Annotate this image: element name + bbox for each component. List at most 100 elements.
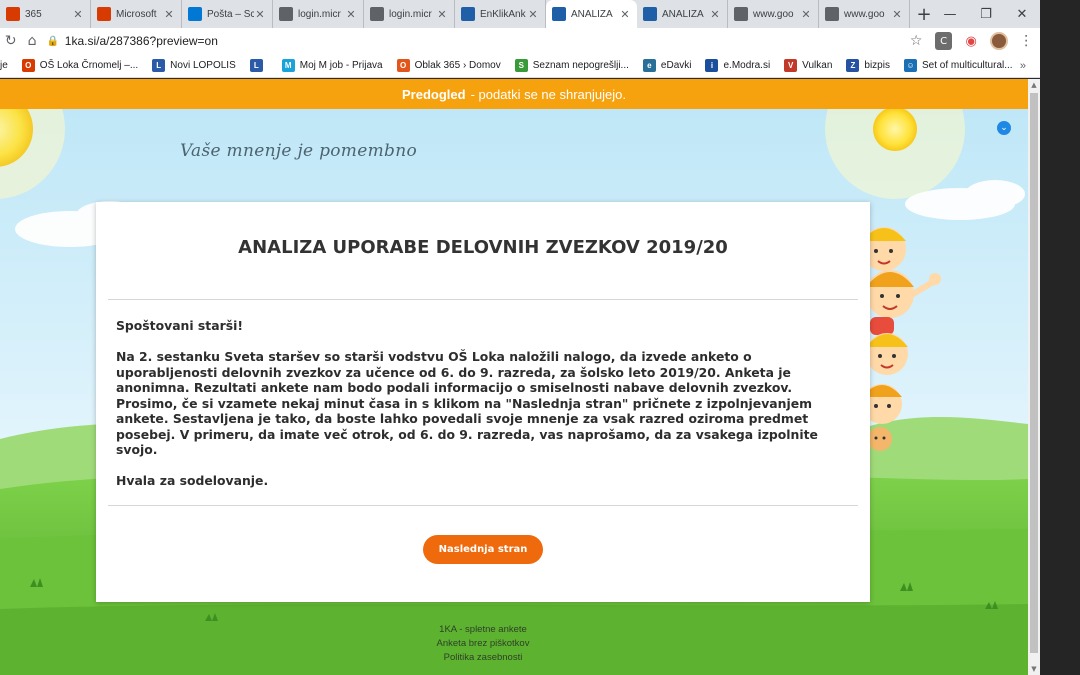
- scroll-down-icon[interactable]: ▼: [1030, 665, 1038, 673]
- 1ka-icon: [552, 7, 566, 21]
- reload-icon[interactable]: ↻: [0, 30, 21, 52]
- intro-paragraph-2: Prosimo, če si vzamete nekaj minut časa …: [116, 395, 818, 458]
- minimize-icon[interactable]: —: [932, 0, 968, 28]
- bookmark-item[interactable]: V Vulkan: [784, 59, 832, 72]
- close-tab-icon[interactable]: ✕: [72, 8, 84, 21]
- footer-link-cookies[interactable]: Anketa brez piškotkov: [0, 637, 966, 651]
- close-tab-icon[interactable]: ✕: [254, 8, 266, 21]
- preview-text: - podatki se ne shranjujejo.: [470, 86, 626, 102]
- browser-toolbar: ↻ ⌂ 🔒 1ka.si/a/287386?preview=on ☆ C ◉ ⋮: [0, 28, 1040, 54]
- bookmark-item[interactable]: e eDavki: [642, 59, 692, 72]
- globe-icon: [734, 7, 748, 21]
- bookmark-label: Oblak 365 › Domov: [414, 60, 501, 71]
- chevron-down-icon[interactable]: ⌄: [997, 121, 1011, 135]
- survey-title: ANALIZA UPORABE DELOVNIH ZVEZKOV 2019/20: [238, 237, 728, 258]
- browser-tab[interactable]: Pošta – Sc ✕: [182, 0, 273, 28]
- scroll-up-icon[interactable]: ▲: [1030, 81, 1038, 89]
- browser-tab[interactable]: ANALIZA ✕: [546, 0, 637, 28]
- bookmark-star-icon[interactable]: ☆: [907, 32, 925, 50]
- bookmark-label: Vulkan: [802, 60, 833, 71]
- tab-label: Microsoft: [116, 8, 157, 20]
- bookmark-favicon-icon: V: [784, 59, 798, 72]
- browser-tab[interactable]: login.micr ✕: [273, 0, 364, 28]
- tab-label: login.micr: [389, 8, 432, 20]
- next-page-button[interactable]: Naslednja stran: [423, 535, 543, 564]
- intro-paragraph-1: Na 2. sestanku Sveta staršev so starši v…: [116, 349, 793, 395]
- more-bookmarks-icon[interactable]: »: [1020, 60, 1026, 72]
- bookmark-item[interactable]: Zbizpis: [846, 59, 890, 72]
- browser-tab[interactable]: login.micr ✕: [364, 0, 455, 28]
- restore-icon[interactable]: ❐: [968, 0, 1004, 28]
- browser-tab[interactable]: EnKlikAnk ✕: [455, 0, 546, 28]
- bookmark-item[interactable]: M Moj M job - Prijava: [281, 59, 383, 72]
- browser-tab[interactable]: www.goo ✕: [728, 0, 819, 28]
- bookmark-favicon-icon: L: [249, 59, 263, 72]
- intro-thanks: Hvala za sodelovanje.: [116, 473, 269, 488]
- extension-shield-icon[interactable]: ◉: [962, 32, 980, 50]
- close-tab-icon[interactable]: ✕: [436, 8, 448, 21]
- bookmark-item[interactable]: O OŠ Loka Črnomelj –...: [21, 59, 139, 72]
- bookmark-label: OŠ Loka Črnomelj –...: [39, 60, 139, 71]
- page-footer: 1KA - spletne ankete Anketa brez piškotk…: [0, 623, 966, 665]
- bookmark-favicon-icon: e: [642, 59, 656, 72]
- tab-label: ANALIZA: [662, 8, 704, 20]
- intro-text: Spoštovani starši! Na 2. sestanku Sveta …: [116, 318, 856, 489]
- browser-tab[interactable]: Microsoft ✕: [91, 0, 182, 28]
- bookmark-favicon-icon: Z: [846, 59, 860, 72]
- page-viewport: Predogled - podatki se ne shranjujejo. V…: [0, 79, 1028, 675]
- scrollbar-thumb[interactable]: [1030, 93, 1038, 653]
- window-controls: — ❐ ✕: [932, 0, 1040, 28]
- close-tab-icon[interactable]: ✕: [527, 8, 539, 21]
- tab-label: EnKlikAnk: [480, 8, 526, 20]
- preview-banner: Predogled - podatki se ne shranjujejo.: [0, 79, 1028, 109]
- bookmark-label: e.Modra.si: [723, 60, 771, 71]
- office-icon: [97, 7, 111, 21]
- page-header-title: Vaše mnenje je pomembno: [180, 141, 417, 161]
- extension-c-icon[interactable]: C: [934, 32, 953, 50]
- tab-label: Pošta – Sc: [207, 8, 254, 20]
- tab-label: 365: [25, 8, 42, 20]
- lock-icon[interactable]: 🔒: [47, 36, 63, 47]
- bookmark-favicon-icon: L: [152, 59, 166, 72]
- close-tab-icon[interactable]: ✕: [891, 8, 903, 21]
- office-icon: [6, 7, 20, 21]
- close-tab-icon[interactable]: ✕: [800, 8, 812, 21]
- page-scrollbar[interactable]: ▲ ▼: [1028, 79, 1040, 675]
- close-tab-icon[interactable]: ✕: [619, 8, 631, 21]
- tab-label: login.micr: [298, 8, 341, 20]
- bookmark-label: bizpis: [864, 60, 890, 71]
- bookmark-item[interactable]: L Novi LOPOLIS: [152, 59, 236, 72]
- bookmark-item[interactable]: O Oblak 365 › Domov: [396, 59, 501, 72]
- bookmark-item[interactable]: S Seznam nepogrešlji...: [514, 59, 629, 72]
- outlook-icon: [188, 7, 202, 21]
- close-tab-icon[interactable]: ✕: [709, 8, 721, 21]
- divider-top: [108, 299, 858, 300]
- bookmark-item[interactable]: je: [0, 60, 8, 71]
- bookmark-item[interactable]: ☺ Set of multicultural...: [903, 59, 1013, 72]
- close-window-icon[interactable]: ✕: [1004, 0, 1040, 28]
- address-bar[interactable]: 🔒 1ka.si/a/287386?preview=on: [47, 30, 903, 52]
- tab-strip: 365 ✕ Microsoft ✕ Pošta – Sc ✕ login.micr ✕ logi…: [0, 0, 1040, 28]
- bookmark-favicon-icon: S: [514, 59, 528, 72]
- tab-label: ANALIZA: [571, 8, 613, 20]
- bookmark-item[interactable]: i e.Modra.si: [705, 59, 770, 72]
- screen: 365 ✕ Microsoft ✕ Pošta – Sc ✕ login.micr ✕ logi…: [0, 0, 1080, 675]
- home-icon[interactable]: ⌂: [21, 30, 42, 52]
- bookmark-label: Moj M job - Prijava: [299, 60, 383, 71]
- close-tab-icon[interactable]: ✕: [345, 8, 357, 21]
- bookmark-label: je: [0, 60, 8, 71]
- preview-strong: Predogled: [402, 86, 466, 102]
- profile-avatar[interactable]: [989, 32, 1008, 50]
- intro-greeting: Spoštovani starši!: [116, 318, 243, 333]
- bookmark-favicon-icon: i: [705, 59, 719, 72]
- close-tab-icon[interactable]: ✕: [163, 8, 175, 21]
- desktop-edge: [1040, 0, 1080, 675]
- menu-dots-icon[interactable]: ⋮: [1018, 32, 1036, 50]
- browser-tab[interactable]: ANALIZA ✕: [637, 0, 728, 28]
- browser-tab[interactable]: 365 ✕: [0, 0, 91, 28]
- footer-link-1ka[interactable]: 1KA - spletne ankete: [0, 623, 966, 637]
- footer-link-privacy[interactable]: Politika zasebnosti: [0, 651, 966, 665]
- bookmark-label: eDavki: [660, 60, 692, 71]
- bookmark-item[interactable]: L: [249, 59, 268, 72]
- browser-tab[interactable]: www.goo ✕: [819, 0, 910, 28]
